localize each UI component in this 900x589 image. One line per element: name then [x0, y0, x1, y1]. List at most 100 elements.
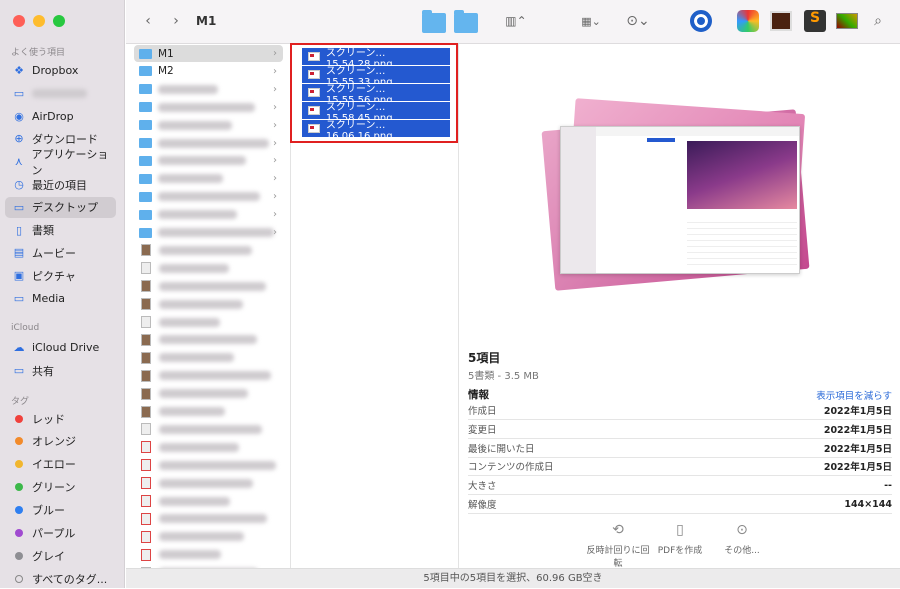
sidebar-item-label: AirDrop	[32, 109, 74, 123]
list-item[interactable]	[134, 457, 283, 474]
tag-color-icon	[15, 483, 23, 492]
sidebar-item[interactable]: ⋏ アプリケーション	[5, 148, 116, 177]
group-button[interactable]: ▦ ⌄	[574, 10, 608, 32]
list-item[interactable]: ›	[134, 170, 283, 187]
folder-icon	[139, 227, 152, 238]
item-label: M2	[158, 65, 174, 78]
list-item[interactable]	[134, 475, 283, 492]
show-less-link[interactable]: 表示項目を減らす	[816, 388, 892, 402]
list-item[interactable]: ›	[134, 224, 283, 241]
film-icon: ▤	[13, 246, 25, 260]
folder-shortcut-2[interactable]	[453, 10, 479, 33]
list-item[interactable]: ›	[134, 188, 283, 205]
redacted-label	[159, 245, 252, 255]
action-button[interactable]: ⊙ その他...	[707, 522, 777, 556]
list-item[interactable]	[134, 296, 283, 313]
preview-subtitle: 5書類 - 3.5 MB	[468, 371, 539, 382]
dropbox-icon: ❖	[14, 64, 24, 77]
list-item[interactable]: ›	[134, 152, 283, 169]
search-icon[interactable]: ⌕	[868, 10, 888, 32]
list-item[interactable]	[134, 367, 283, 384]
app-icon-monitor[interactable]	[835, 10, 859, 32]
list-item[interactable]	[134, 493, 283, 510]
app-icon-viewer[interactable]	[769, 10, 793, 32]
list-item[interactable]	[134, 331, 283, 348]
sidebar-item[interactable]: ☁ iCloud Drive	[5, 337, 116, 358]
pdf-icon	[141, 495, 151, 507]
action-button[interactable]: ⊙ ⌄	[622, 10, 654, 32]
redacted-label	[159, 532, 244, 542]
action-button[interactable]: ▯ PDFを作成	[645, 522, 715, 556]
app-icon-blue[interactable]	[689, 10, 713, 32]
list-item[interactable]: M1 ›	[134, 45, 283, 62]
redacted-label	[159, 478, 253, 488]
sidebar-item[interactable]: ▤ ムービー	[5, 242, 116, 263]
minimize-button[interactable]	[33, 15, 45, 27]
back-button[interactable]: ‹	[140, 10, 156, 32]
list-item[interactable]	[134, 403, 283, 420]
list-item[interactable]	[134, 260, 283, 277]
tag-label: ブルー	[32, 504, 65, 518]
redacted-label	[32, 88, 87, 98]
close-button[interactable]	[13, 15, 25, 27]
list-item[interactable]	[134, 242, 283, 259]
tag-color-icon	[15, 506, 23, 515]
zoom-button[interactable]	[53, 15, 65, 27]
sidebar-tag[interactable]: パープル	[5, 523, 116, 544]
desktop-icon: ▭	[13, 200, 25, 214]
action-button[interactable]: ⟲ 反時計回りに回転	[583, 522, 653, 569]
redacted-label	[159, 389, 248, 399]
list-item[interactable]: ›	[134, 99, 283, 116]
redacted-label	[159, 442, 239, 452]
pdf-icon	[141, 459, 151, 472]
list-item[interactable]: ›	[134, 206, 283, 223]
list-item[interactable]	[134, 278, 283, 295]
list-item[interactable]	[134, 421, 283, 438]
sidebar-tag[interactable]: グレイ	[5, 545, 116, 566]
folder-icon	[139, 155, 152, 166]
folder-icon: ▭	[13, 86, 25, 100]
sidebar-item[interactable]: ▭	[5, 83, 116, 104]
redacted-label	[159, 263, 229, 273]
folder-shortcut-1[interactable]	[421, 10, 447, 33]
sidebar-item[interactable]: ▯ 書類	[5, 220, 116, 241]
chevron-right-icon: ›	[273, 83, 277, 95]
pdf-icon	[141, 441, 151, 454]
list-item[interactable]: M2 ›	[134, 63, 283, 80]
sidebar-item[interactable]: ❖ Dropbox	[5, 60, 116, 81]
forward-button[interactable]: ›	[168, 10, 184, 32]
list-item[interactable]: ›	[134, 117, 283, 134]
list-item[interactable]: ›	[134, 135, 283, 152]
sidebar-item[interactable]: ▭ 共有	[5, 360, 116, 381]
chevron-right-icon: ›	[273, 227, 277, 238]
sidebar-tag[interactable]: グリーン	[5, 477, 116, 498]
sidebar-tag[interactable]: ブルー	[5, 500, 116, 521]
view-mode-button[interactable]: ▥ ⌃	[498, 10, 534, 32]
sidebar-item[interactable]: ▭ Media	[5, 288, 116, 309]
list-item[interactable]	[134, 528, 283, 545]
list-item[interactable]	[134, 385, 283, 402]
redacted-label	[159, 335, 257, 345]
sidebar-item[interactable]: ◷ 最近の項目	[5, 174, 116, 195]
list-item[interactable]	[134, 546, 283, 563]
redacted-label	[158, 84, 218, 94]
list-item[interactable]	[134, 439, 283, 456]
redacted-label	[158, 156, 246, 166]
sidebar-tag[interactable]: オレンジ	[5, 431, 116, 452]
list-item[interactable]	[134, 510, 283, 527]
list-item[interactable]	[134, 314, 283, 331]
doc-icon	[141, 423, 151, 436]
app-icon-paint[interactable]	[736, 10, 760, 32]
sidebar-item[interactable]: ▣ ピクチャ	[5, 265, 116, 286]
sidebar-tag[interactable]: レッド	[5, 408, 116, 429]
action-label: 反時計回りに回転	[586, 546, 650, 569]
sidebar-item-label: 書類	[32, 224, 54, 238]
sidebar-item[interactable]: ◉ AirDrop	[5, 106, 116, 127]
sidebar-tag[interactable]: すべてのタグ...	[5, 568, 116, 589]
redacted-label	[159, 299, 243, 309]
sidebar-tag[interactable]: イエロー	[5, 454, 116, 475]
list-item[interactable]: ›	[134, 81, 283, 98]
sidebar-item[interactable]: ▭ デスクトップ	[5, 196, 116, 218]
list-item[interactable]	[134, 349, 283, 366]
sublime-icon[interactable]: S	[803, 10, 827, 32]
